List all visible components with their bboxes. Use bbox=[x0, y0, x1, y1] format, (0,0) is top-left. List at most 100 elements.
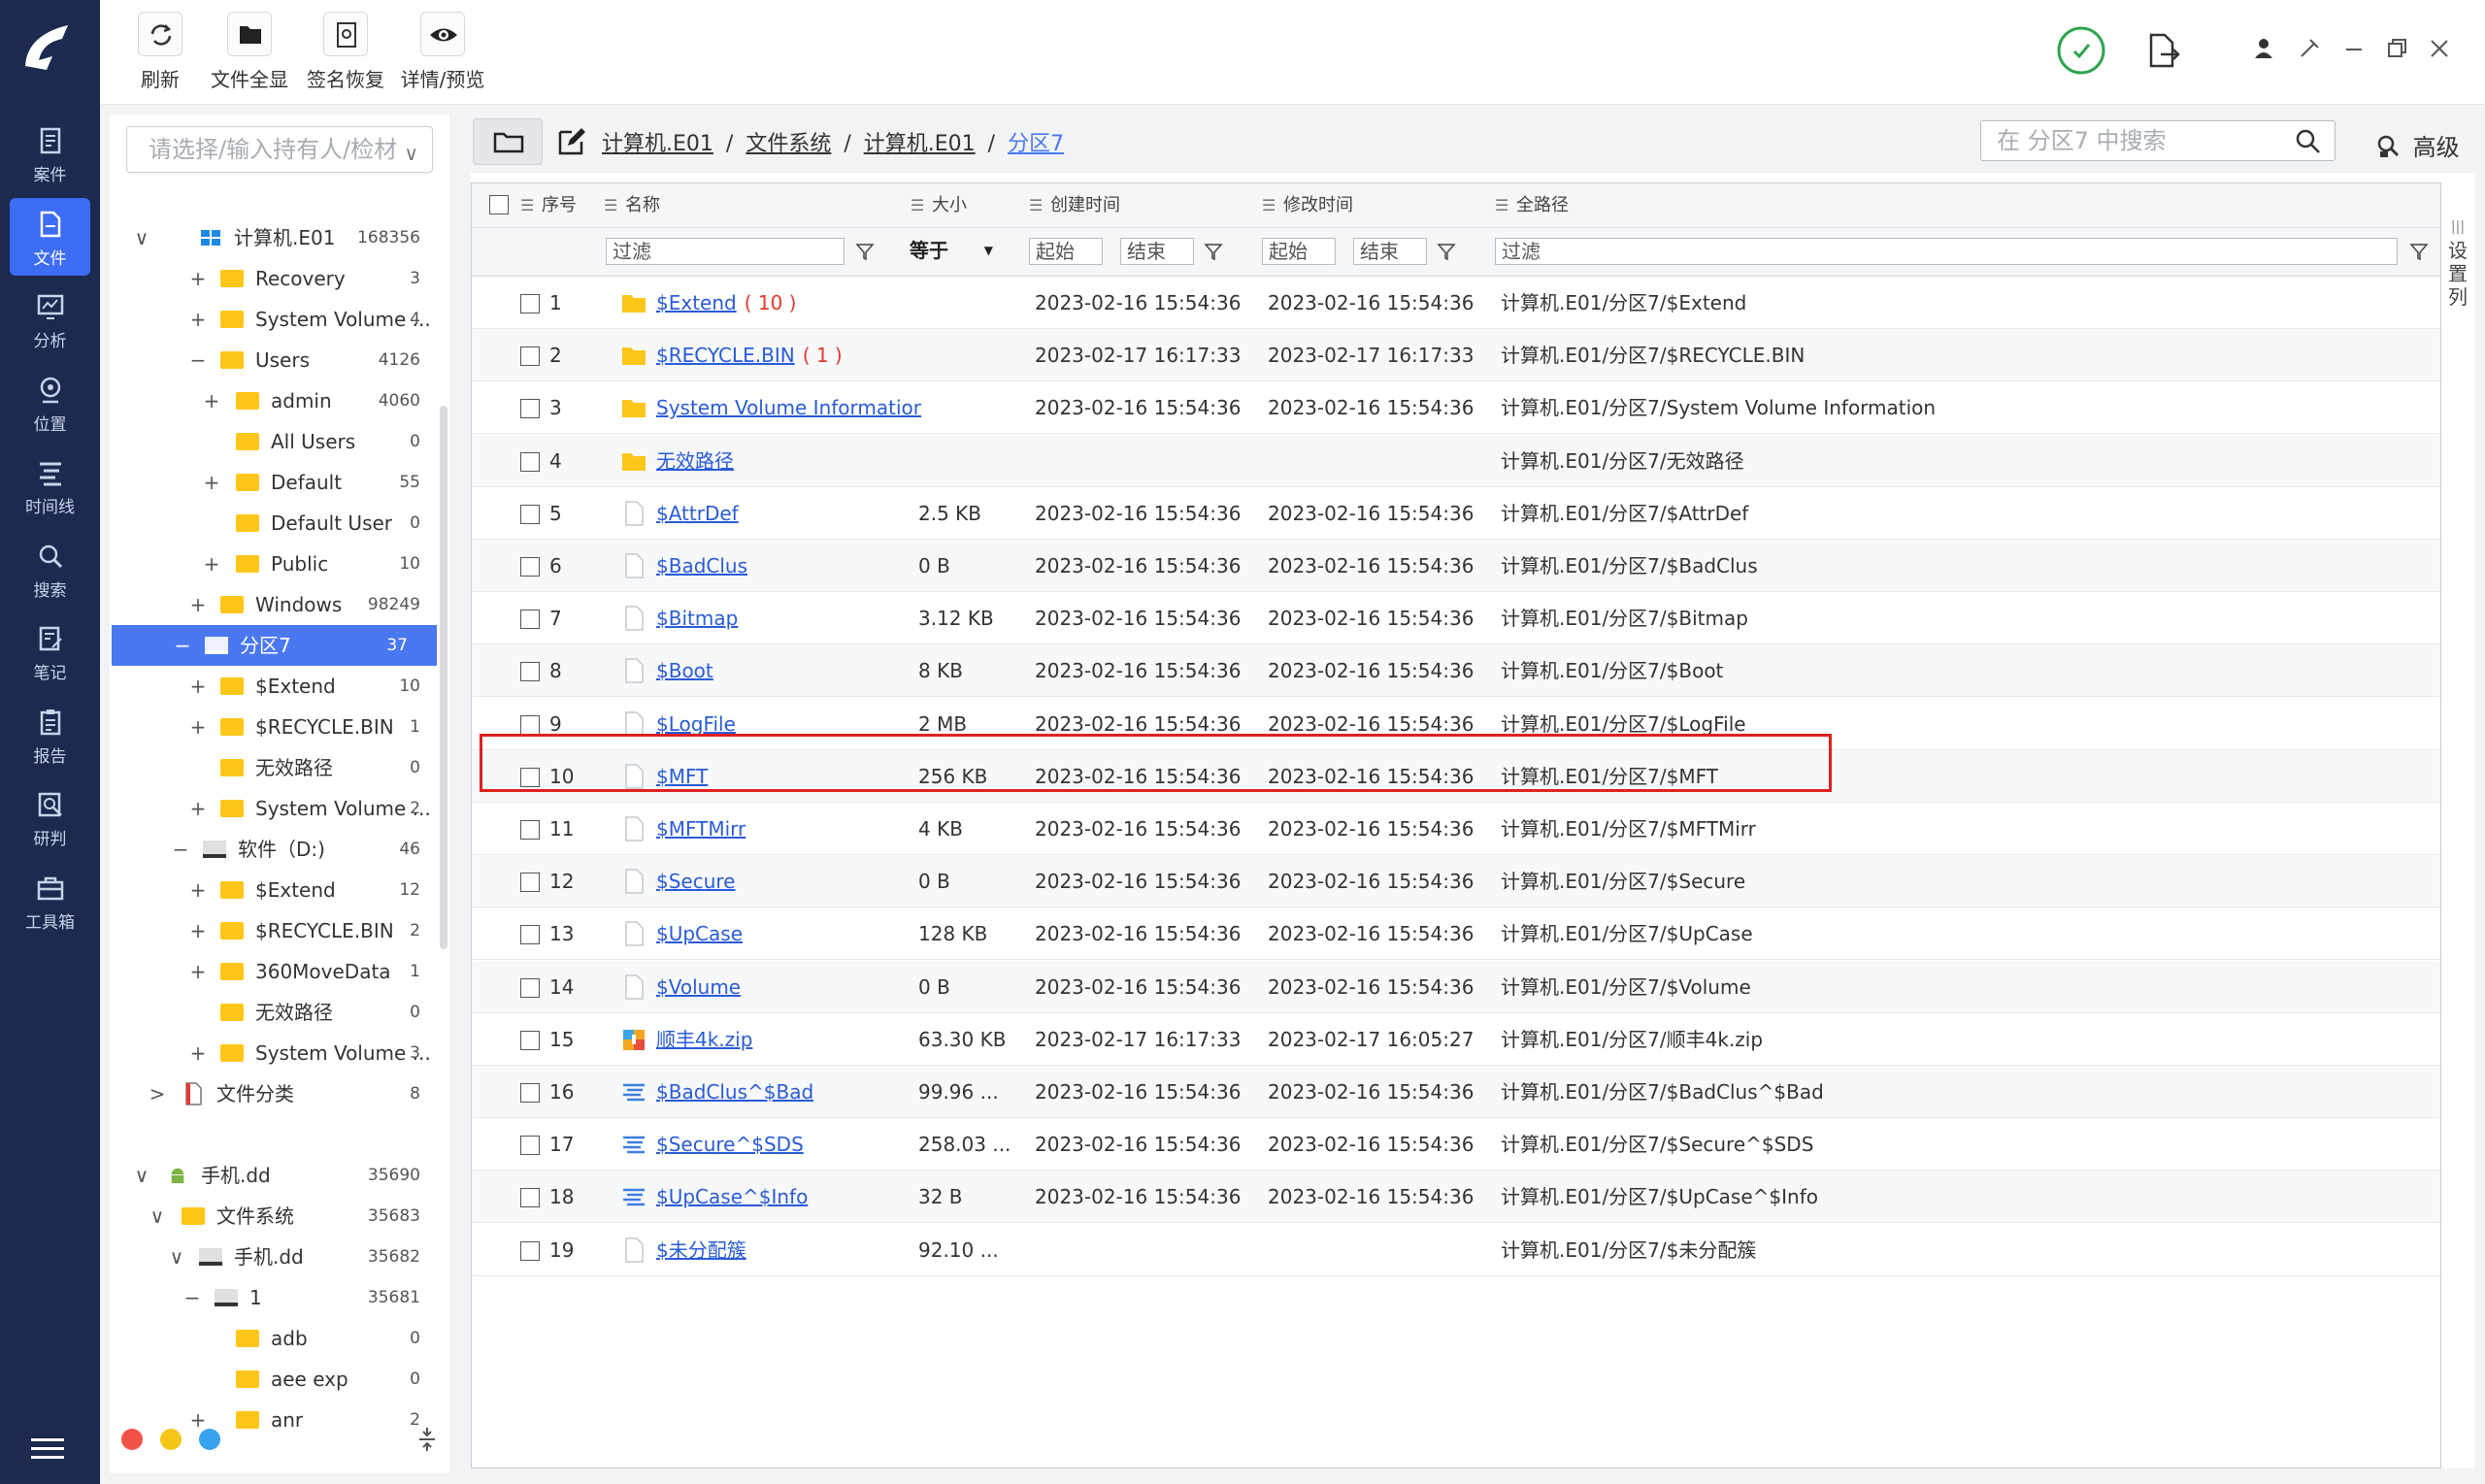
file-name-link[interactable]: System Volume Informatior bbox=[656, 396, 921, 419]
tree-item[interactable]: + Recovery 3 bbox=[110, 258, 449, 299]
expand-toggle-icon[interactable]: ∨ bbox=[133, 1155, 150, 1196]
tree-scrollbar[interactable] bbox=[440, 406, 447, 949]
expand-toggle-icon[interactable]: + bbox=[203, 544, 220, 584]
tree-item[interactable]: + $RECYCLE.BIN 2 bbox=[110, 910, 449, 951]
tree-item[interactable]: 无效路径 0 bbox=[110, 747, 449, 788]
tree-item[interactable]: + $Extend 10 bbox=[110, 666, 449, 707]
column-menu-icon[interactable]: ☰ bbox=[1495, 183, 1508, 228]
folder-view-button[interactable] bbox=[473, 118, 543, 165]
table-row[interactable]: 4 无效路径 计算机.E01/分区7/无效路径 bbox=[472, 434, 2440, 487]
nav-item-toolbox[interactable]: 工具箱 bbox=[10, 862, 90, 940]
file-name-link[interactable]: $BadClus^$Bad bbox=[656, 1080, 813, 1104]
select-all-checkbox[interactable] bbox=[489, 195, 509, 214]
nav-item-report[interactable]: 报告 bbox=[10, 696, 90, 774]
header-index[interactable]: 序号 bbox=[542, 183, 577, 228]
search-icon[interactable] bbox=[2296, 129, 2321, 154]
tree-item[interactable]: ∨ 手机.dd 35682 bbox=[110, 1237, 449, 1277]
restore-icon[interactable] bbox=[2383, 35, 2410, 62]
nav-item-judge[interactable]: 研判 bbox=[10, 778, 90, 856]
expand-toggle-icon[interactable]: − bbox=[174, 625, 191, 666]
expand-toggle-icon[interactable]: + bbox=[203, 380, 220, 421]
tree-item[interactable]: Default User 0 bbox=[110, 503, 449, 544]
file-name-link[interactable]: $未分配簇 bbox=[656, 1238, 746, 1262]
table-row[interactable]: 15 顺丰4k.zip 63.30 KB 2023-02-17 16:17:33 202… bbox=[472, 1013, 2440, 1066]
breadcrumb-item[interactable]: 计算机.E01 bbox=[602, 132, 713, 156]
file-name-link[interactable]: $Bitmap bbox=[656, 607, 738, 630]
expand-toggle-icon[interactable]: + bbox=[189, 299, 207, 340]
path-filter-input[interactable]: 过滤 bbox=[1495, 238, 2398, 265]
header-size[interactable]: 大小 bbox=[932, 183, 967, 228]
breadcrumb-item[interactable]: 文件系统 bbox=[746, 132, 831, 156]
table-row[interactable]: 16 $BadClus^$Bad 99.96 ... 2023-02-16 15:54… bbox=[472, 1066, 2440, 1118]
file-name-link[interactable]: $Secure bbox=[656, 870, 735, 893]
collapse-icon[interactable] bbox=[415, 1425, 439, 1454]
file-name-link[interactable]: $Secure^$SDS bbox=[656, 1133, 804, 1156]
created-end-input[interactable]: 结束 bbox=[1120, 238, 1194, 265]
modified-end-input[interactable]: 结束 bbox=[1353, 238, 1427, 265]
table-row[interactable]: 18 $UpCase^$Info 32 B 2023-02-16 15:54:36 20… bbox=[472, 1171, 2440, 1224]
tree-item[interactable]: ∨ 文件系统 35683 bbox=[110, 1196, 449, 1237]
row-checkbox[interactable] bbox=[520, 662, 540, 682]
expand-toggle-icon[interactable]: + bbox=[189, 666, 207, 707]
expand-toggle-icon[interactable]: + bbox=[189, 788, 207, 829]
tree-item[interactable]: + System Volume ... 2 bbox=[110, 788, 449, 829]
refresh-button[interactable]: 刷新 bbox=[127, 8, 193, 97]
pin-icon[interactable] bbox=[2296, 35, 2323, 62]
row-checkbox[interactable] bbox=[520, 1083, 540, 1103]
row-checkbox[interactable] bbox=[520, 1188, 540, 1208]
row-checkbox[interactable] bbox=[520, 1030, 540, 1050]
tree-item[interactable]: +360MoveData 1 bbox=[110, 951, 449, 992]
table-row[interactable]: 6 $BadClus 0 B 2023-02-16 15:54:36 2023-02-1… bbox=[472, 540, 2440, 592]
holder-select[interactable]: 请选择/输入持有人/检材 ∨ bbox=[126, 126, 433, 173]
file-name-link[interactable]: $UpCase^$Info bbox=[656, 1185, 808, 1208]
row-checkbox[interactable] bbox=[520, 557, 540, 577]
expand-toggle-icon[interactable]: + bbox=[189, 258, 207, 299]
filter-icon[interactable] bbox=[1437, 242, 1456, 261]
header-path[interactable]: 全路径 bbox=[1516, 183, 1569, 228]
edit-icon[interactable] bbox=[556, 126, 587, 157]
file-name-link[interactable]: $LogFile bbox=[656, 712, 736, 736]
tree-item[interactable]: + Windows 98249 bbox=[110, 584, 449, 625]
table-row[interactable]: 1 $Extend ( 10 ) 2023-02-16 15:54:36 2023-02… bbox=[472, 277, 2440, 329]
table-row[interactable]: 12 $Secure 0 B 2023-02-16 15:54:36 2023-02-1… bbox=[472, 855, 2440, 908]
nav-item-note[interactable]: 笔记 bbox=[10, 612, 90, 690]
detail-preview-button[interactable]: 详情/预览 bbox=[396, 8, 489, 97]
tree-item[interactable]: adb 0 bbox=[110, 1318, 449, 1359]
close-icon[interactable] bbox=[2426, 35, 2453, 62]
show-all-files-button[interactable]: 文件全显 bbox=[203, 8, 296, 97]
tree-item[interactable]: + System Volume ... 3 bbox=[110, 1033, 449, 1073]
file-name-link[interactable]: $Boot bbox=[656, 659, 713, 682]
tree-item[interactable]: + Default 55 bbox=[110, 462, 449, 503]
expand-toggle-icon[interactable]: ∨ bbox=[168, 1237, 185, 1277]
file-name-link[interactable]: 顺丰4k.zip bbox=[656, 1028, 752, 1051]
filter-icon[interactable] bbox=[855, 242, 875, 261]
nav-item-file[interactable]: 文件 bbox=[10, 197, 90, 276]
row-checkbox[interactable] bbox=[520, 820, 540, 840]
breadcrumb-item[interactable]: 计算机.E01 bbox=[864, 132, 976, 156]
row-checkbox[interactable] bbox=[520, 1240, 540, 1261]
expand-toggle-icon[interactable]: + bbox=[189, 910, 207, 951]
nav-item-timeline[interactable]: 时间线 bbox=[10, 446, 90, 524]
table-row[interactable]: 5 $AttrDef 2.5 KB 2023-02-16 15:54:36 2023-0… bbox=[472, 487, 2440, 540]
expand-toggle-icon[interactable]: ∨ bbox=[133, 217, 150, 258]
tree-item[interactable]: aee exp 0 bbox=[110, 1359, 449, 1400]
expand-toggle-icon[interactable]: − bbox=[172, 829, 189, 870]
expand-toggle-icon[interactable]: + bbox=[189, 1033, 207, 1073]
tree-item[interactable]: + Public 10 bbox=[110, 544, 449, 584]
column-settings-tab[interactable]: ||| 设置列 bbox=[2444, 215, 2471, 309]
file-name-link[interactable]: $Extend bbox=[656, 291, 737, 314]
signature-recovery-button[interactable]: 签名恢复 bbox=[299, 8, 392, 97]
nav-item-case[interactable]: 案件 bbox=[10, 115, 90, 192]
tree-item[interactable]: 无效路径 0 bbox=[110, 992, 449, 1033]
column-menu-icon[interactable]: ☰ bbox=[1262, 183, 1276, 228]
column-menu-icon[interactable]: ☰ bbox=[604, 183, 617, 228]
row-checkbox[interactable] bbox=[520, 977, 540, 998]
column-menu-icon[interactable]: ☰ bbox=[1029, 183, 1043, 228]
nav-item-analysis[interactable]: 分析 bbox=[10, 280, 90, 358]
table-row[interactable]: 11 $MFTMirr 4 KB 2023-02-16 15:54:36 2023-02… bbox=[472, 803, 2440, 855]
nav-item-location[interactable]: 位置 bbox=[10, 364, 90, 442]
table-row[interactable]: 13 $UpCase 128 KB 2023-02-16 15:54:36 2023-0… bbox=[472, 907, 2440, 961]
tree-item[interactable]: + System Volume ... 4 bbox=[110, 299, 449, 340]
row-checkbox[interactable] bbox=[520, 399, 540, 419]
tree-item[interactable]: + admin 4060 bbox=[110, 380, 449, 421]
